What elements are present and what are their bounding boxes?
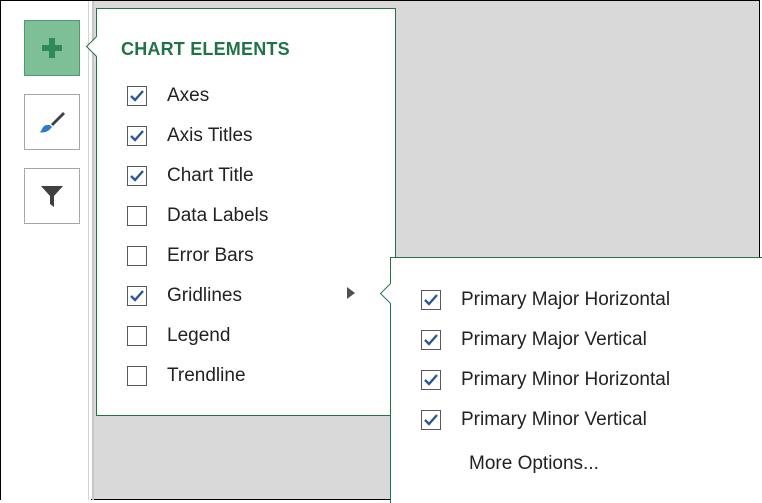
item-label: Axes (167, 85, 210, 106)
checkbox[interactable] (127, 126, 147, 146)
item-label: Chart Title (167, 165, 254, 186)
checkbox[interactable] (127, 326, 147, 346)
checkbox[interactable] (127, 86, 147, 106)
strip-divider (88, 1, 89, 500)
checkbox[interactable] (127, 246, 147, 266)
checkbox[interactable] (127, 166, 147, 186)
item-label: Legend (167, 325, 231, 346)
gridline-option-primary-major-vertical[interactable]: Primary Major Vertical (421, 326, 647, 354)
checkmark-icon (424, 294, 438, 306)
chart-elements-button[interactable] (24, 20, 80, 76)
checkmark-icon (130, 90, 144, 102)
chart-elements-panel: CHART ELEMENTS Axes Axis Titles Chart Titl… (85, 8, 396, 416)
more-options-label: More Options... (469, 453, 599, 474)
gridlines-submenu: Primary Major Horizontal Primary Major Ve… (379, 257, 762, 503)
gridlines-expand-arrow-icon[interactable] (346, 286, 356, 300)
panel-title: CHART ELEMENTS (121, 39, 290, 59)
item-label: Primary Major Vertical (461, 329, 647, 350)
chart-styles-button[interactable] (24, 94, 80, 150)
checkmark-icon (130, 170, 144, 182)
checkmark-icon (424, 374, 438, 386)
gridline-option-primary-minor-vertical[interactable]: Primary Minor Vertical (421, 406, 647, 434)
checkmark-icon (130, 290, 144, 302)
item-label: Primary Minor Horizontal (461, 369, 671, 390)
checkmark-icon (424, 334, 438, 346)
item-label: Primary Major Horizontal (461, 289, 671, 310)
element-error-bars[interactable]: Error Bars (127, 242, 254, 270)
item-label: Error Bars (167, 245, 254, 266)
checkbox[interactable] (127, 286, 147, 306)
chart-filters-button[interactable] (24, 168, 80, 224)
checkbox[interactable] (421, 330, 441, 350)
checkbox[interactable] (421, 410, 441, 430)
item-label: Data Labels (167, 205, 269, 226)
element-chart-title[interactable]: Chart Title (127, 162, 254, 190)
item-label: Trendline (167, 365, 246, 386)
plus-icon (42, 38, 62, 58)
more-options-link[interactable]: More Options... (469, 450, 599, 478)
checkmark-icon (424, 414, 438, 426)
checkbox[interactable] (421, 290, 441, 310)
element-axis-titles[interactable]: Axis Titles (127, 122, 253, 150)
checkbox[interactable] (127, 366, 147, 386)
checkbox[interactable] (421, 370, 441, 390)
item-label: Primary Minor Vertical (461, 409, 647, 430)
filter-icon (41, 186, 63, 207)
paintbrush-icon (39, 112, 65, 133)
element-trendline[interactable]: Trendline (127, 362, 246, 390)
checkmark-icon (130, 130, 144, 142)
gridline-option-primary-minor-horizontal[interactable]: Primary Minor Horizontal (421, 366, 670, 394)
gridline-option-primary-major-horizontal[interactable]: Primary Major Horizontal (421, 286, 670, 314)
element-gridlines[interactable]: Gridlines (127, 282, 242, 310)
item-label: Axis Titles (167, 125, 253, 146)
element-axes[interactable]: Axes (127, 82, 209, 110)
element-legend[interactable]: Legend (127, 322, 230, 350)
element-data-labels[interactable]: Data Labels (127, 202, 268, 230)
checkbox[interactable] (127, 206, 147, 226)
item-label: Gridlines (167, 285, 242, 306)
